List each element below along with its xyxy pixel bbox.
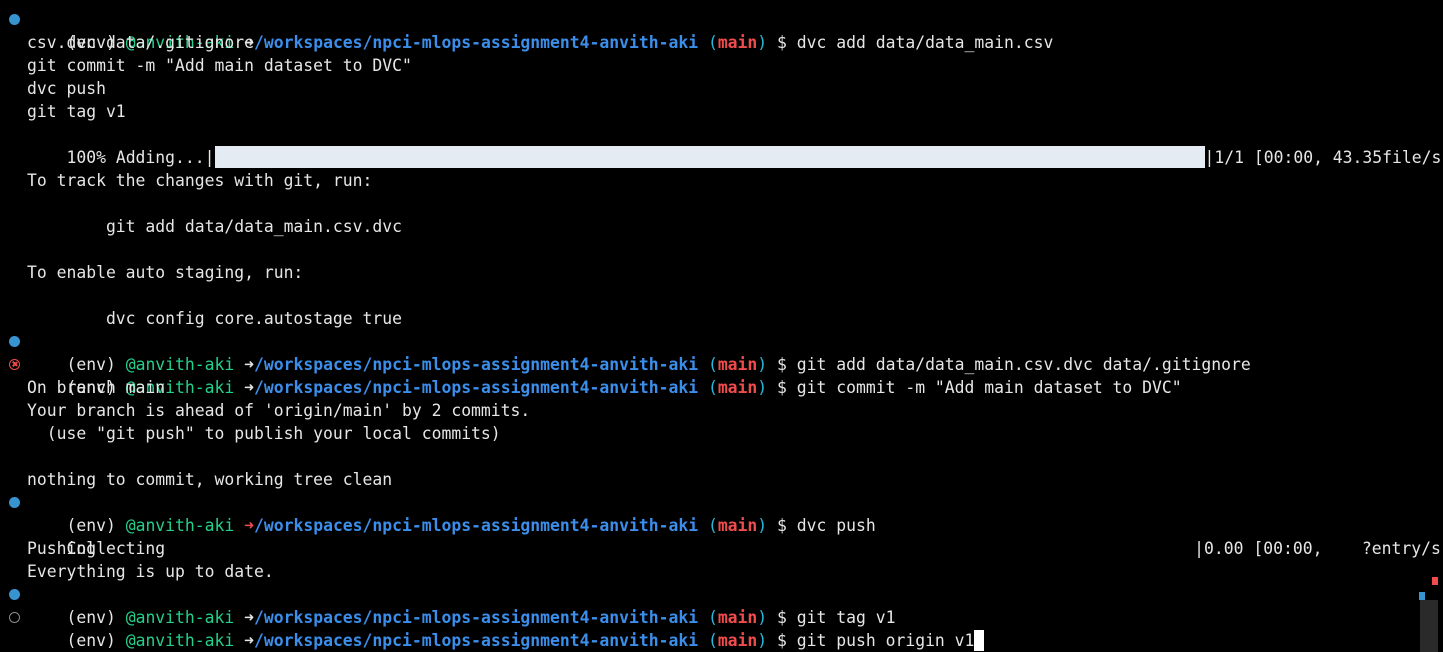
user-label: @anvith-aki bbox=[125, 631, 245, 650]
output-line: git tag v1 bbox=[27, 102, 126, 121]
output-line: To enable auto staging, run: bbox=[27, 263, 304, 282]
collecting-progress-line: Collecting |0.00 [00:00, ?entry/s] bbox=[0, 514, 1443, 558]
output-line: dvc push bbox=[27, 79, 106, 98]
output-line: To track the changes with git, run: bbox=[27, 171, 373, 190]
prompt-dollar: $ bbox=[767, 631, 797, 650]
command-success-icon[interactable] bbox=[9, 336, 20, 347]
output-line: git add data/data_main.csv.dvc bbox=[27, 217, 402, 236]
prompt-line: (env) @anvith-aki ➜/workspaces/npci-mlop… bbox=[0, 583, 1420, 627]
command-error-icon[interactable] bbox=[9, 359, 20, 370]
command-input[interactable]: git push origin v1 bbox=[797, 631, 975, 650]
output-line: csv.dvc data/.gitignore bbox=[27, 33, 254, 52]
scrollbar-command-marker bbox=[1419, 592, 1425, 600]
output-line: On branch main bbox=[27, 378, 166, 397]
paren-close: ) bbox=[757, 631, 768, 650]
command-success-icon[interactable] bbox=[9, 14, 20, 25]
env-label: (env) bbox=[66, 631, 126, 650]
prompt-line-current[interactable]: (env) @anvith-aki ➜/workspaces/npci-mlop… bbox=[0, 606, 1420, 651]
command-success-icon[interactable] bbox=[9, 497, 20, 508]
output-line: (use "git push" to publish your local co… bbox=[27, 424, 501, 443]
command-pending-icon[interactable] bbox=[9, 612, 20, 623]
prompt-line: (env) @anvith-aki ➜/workspaces/npci-mlop… bbox=[0, 491, 1420, 535]
prompt-arrow-icon: ➜ bbox=[244, 631, 254, 650]
adding-progress-line: 100% Adding...| |1/1 [00:00, 43.35file/s] bbox=[0, 123, 1443, 168]
prompt-line: (env) @anvith-aki ➜/workspaces/npci-mlop… bbox=[0, 330, 1420, 374]
output-line: dvc config core.autostage true bbox=[27, 309, 402, 328]
command-success-icon[interactable] bbox=[9, 589, 20, 600]
text-cursor bbox=[974, 630, 985, 651]
output-line: Everything is up to date. bbox=[27, 562, 274, 581]
git-branch: main bbox=[717, 631, 758, 650]
output-line: git commit -m "Add main dataset to DVC" bbox=[27, 56, 412, 75]
output-line: Your branch is ahead of 'origin/main' by… bbox=[27, 401, 531, 420]
output-line: Pushing bbox=[27, 539, 97, 558]
scrollbar-error-marker bbox=[1432, 577, 1438, 585]
prompt-line: (env) @anvith-aki ➜/workspaces/npci-mlop… bbox=[0, 8, 1420, 52]
prompt-line: (env) @anvith-aki ➜/workspaces/npci-mlop… bbox=[0, 353, 1420, 397]
cwd-path: /workspaces/npci-mlops-assignment4-anvit… bbox=[254, 631, 708, 650]
terminal-output[interactable]: (env) @anvith-aki ➜/workspaces/npci-mlop… bbox=[0, 8, 1443, 652]
output-line: nothing to commit, working tree clean bbox=[27, 470, 393, 489]
paren-open: ( bbox=[707, 631, 718, 650]
scrollbar-thumb[interactable] bbox=[1420, 600, 1438, 652]
